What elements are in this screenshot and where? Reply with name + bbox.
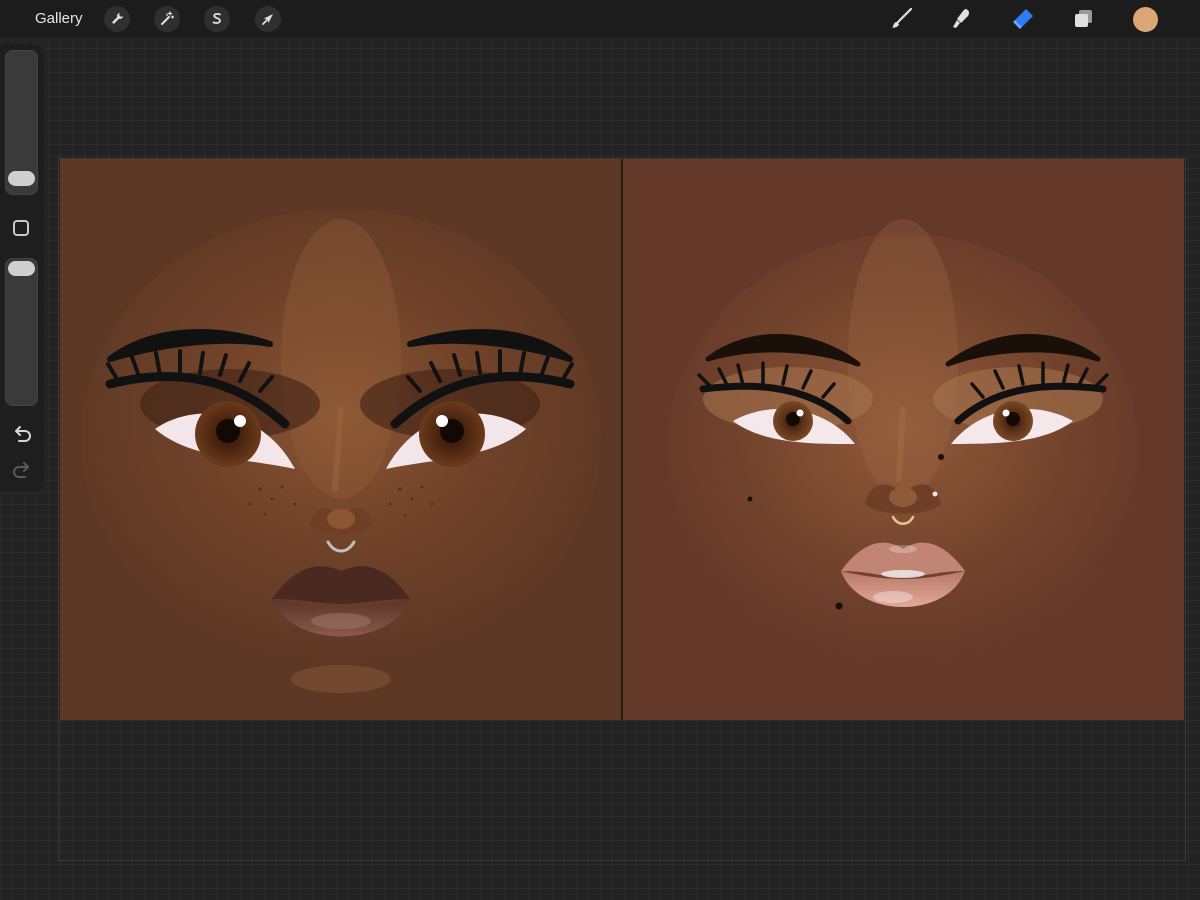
face-illustration-left <box>81 209 601 693</box>
brush-size-slider[interactable] <box>5 50 38 195</box>
actions-button[interactable] <box>104 6 130 32</box>
layers-button[interactable] <box>1070 5 1098 33</box>
magic-wand-icon <box>161 11 175 25</box>
selection-button[interactable] <box>204 6 230 32</box>
smudge-icon <box>953 9 970 28</box>
selection-s-icon <box>212 13 221 24</box>
adjustments-button[interactable] <box>154 6 180 32</box>
face-illustration-right <box>668 219 1138 664</box>
opacity-slider[interactable] <box>5 258 38 406</box>
layers-icon <box>1075 10 1092 27</box>
brush-icon <box>892 7 913 28</box>
color-picker-button[interactable] <box>1133 7 1158 32</box>
left-sidebar <box>0 44 44 492</box>
brush-tool-button[interactable] <box>888 5 916 33</box>
undo-icon <box>15 426 31 442</box>
eraser-icon <box>1013 9 1033 29</box>
canvas-face-left[interactable] <box>60 159 622 720</box>
canvas-face-right[interactable] <box>623 159 1184 720</box>
modify-button[interactable] <box>13 220 29 236</box>
redo-icon <box>13 462 29 478</box>
opacity-thumb[interactable] <box>8 261 35 276</box>
wrench-icon <box>112 13 123 24</box>
top-toolbar: Gallery <box>0 0 1200 38</box>
transform-button[interactable] <box>255 6 281 32</box>
arrow-cursor-icon <box>262 14 273 25</box>
redo-button[interactable] <box>10 461 34 483</box>
eraser-tool-button[interactable] <box>1009 5 1037 33</box>
brush-size-thumb[interactable] <box>8 170 35 186</box>
smudge-tool-button[interactable] <box>948 5 976 33</box>
undo-button[interactable] <box>10 425 34 447</box>
gallery-button[interactable]: Gallery <box>35 0 83 38</box>
